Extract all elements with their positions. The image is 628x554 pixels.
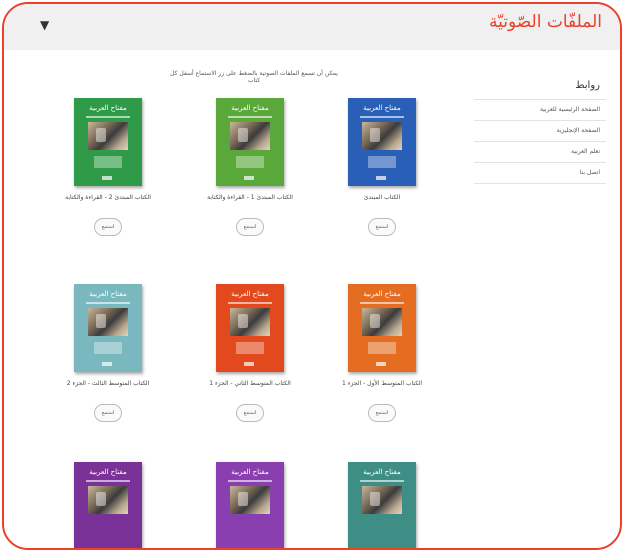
book-card: مفتاح العربية الكتاب المتوسط الثالث - ال… — [48, 284, 168, 422]
cover-subtitle-bar — [360, 116, 404, 118]
book-card: مفتاح العربية الكتاب المبتدئ استمع — [322, 98, 442, 236]
sidebar-item-home[interactable]: الصفحة الرئيسية للعربية — [474, 99, 606, 120]
cover-photo — [230, 486, 270, 514]
book-caption: الكتاب المتوسط الثالث - الجزء 2 — [66, 380, 150, 387]
cover-photo — [88, 308, 128, 336]
listen-button[interactable]: استمع — [94, 404, 122, 422]
cover-photo — [230, 122, 270, 150]
cover-subtitle-bar — [86, 116, 130, 118]
listen-button[interactable]: استمع — [368, 404, 396, 422]
cover-label — [368, 342, 396, 354]
cover-subtitle-bar — [228, 116, 272, 118]
book-cover[interactable]: مفتاح العربية — [348, 284, 416, 372]
book-cover[interactable]: مفتاح العربية — [216, 284, 284, 372]
cover-subtitle-bar — [86, 480, 130, 482]
cover-title: مفتاح العربية — [231, 290, 269, 298]
cover-subtitle-bar — [86, 302, 130, 304]
book-card: مفتاح العربية الكتاب المتوسط الثاني - ال… — [190, 284, 310, 422]
cover-title: مفتاح العربية — [231, 468, 269, 476]
cover-logo — [102, 176, 112, 180]
cover-title: مفتاح العربية — [89, 104, 127, 112]
cover-label — [368, 156, 396, 168]
cover-logo — [244, 176, 254, 180]
listen-button[interactable]: استمع — [236, 404, 264, 422]
book-cover[interactable]: مفتاح العربية — [348, 462, 416, 548]
listen-button[interactable]: استمع — [94, 218, 122, 236]
book-cover[interactable]: مفتاح العربية — [74, 98, 142, 186]
sidebar-title: روابط — [575, 80, 600, 91]
cover-subtitle-bar — [228, 302, 272, 304]
book-card: مفتاح العربية — [322, 462, 442, 548]
menu-icon[interactable]: ▼ — [40, 18, 49, 32]
cover-photo — [362, 122, 402, 150]
book-card: مفتاح العربية الكتاب المبتدئ 1 - القراءة… — [190, 98, 310, 236]
listen-button[interactable]: استمع — [368, 218, 396, 236]
cover-photo — [362, 308, 402, 336]
cover-logo — [244, 362, 254, 366]
cover-title: مفتاح العربية — [363, 104, 401, 112]
cover-subtitle-bar — [360, 480, 404, 482]
book-card: مفتاح العربية الكتاب المبتدئ 2 - القراءة… — [48, 98, 168, 236]
book-cover[interactable]: مفتاح العربية — [74, 284, 142, 372]
cover-logo — [376, 176, 386, 180]
cover-photo — [88, 122, 128, 150]
cover-title: مفتاح العربية — [363, 468, 401, 476]
book-caption: الكتاب المبتدئ 1 - القراءة والكتابة — [207, 194, 293, 201]
cover-title: مفتاح العربية — [89, 290, 127, 298]
header-bar: الملفّات الصّوتيّة ▼ — [4, 4, 620, 50]
page-title: الملفّات الصّوتيّة — [489, 12, 602, 32]
book-card: مفتاح العربية — [190, 462, 310, 548]
sidebar: روابط الصفحة الرئيسية للعربية الصفحة الإ… — [474, 76, 606, 184]
cover-photo — [88, 486, 128, 514]
book-card: مفتاح العربية الكتاب المتوسط الأول - الج… — [322, 284, 442, 422]
sidebar-item-contact[interactable]: اتصل بنا — [474, 162, 606, 184]
book-caption: الكتاب المبتدئ 2 - القراءة والكتابة — [65, 194, 151, 201]
cover-subtitle-bar — [228, 480, 272, 482]
cover-photo — [230, 308, 270, 336]
sidebar-item-learn[interactable]: تعلم العربية — [474, 141, 606, 162]
cover-label — [94, 156, 122, 168]
cover-title: مفتاح العربية — [231, 104, 269, 112]
cover-title: مفتاح العربية — [89, 468, 127, 476]
book-cover[interactable]: مفتاح العربية — [216, 98, 284, 186]
cover-subtitle-bar — [360, 302, 404, 304]
cover-logo — [376, 362, 386, 366]
instruction-text: يمكن أن تسمع الملفات الصوتية بالضغط على … — [170, 70, 338, 84]
cover-label — [236, 342, 264, 354]
cover-label — [94, 342, 122, 354]
page-frame: الملفّات الصّوتيّة ▼ يمكن أن تسمع الملفا… — [2, 2, 622, 550]
cover-photo — [362, 486, 402, 514]
book-cover[interactable]: مفتاح العربية — [74, 462, 142, 548]
cover-title: مفتاح العربية — [363, 290, 401, 298]
book-caption: الكتاب المبتدئ — [363, 194, 401, 201]
book-caption: الكتاب المتوسط الأول - الجزء 1 — [341, 380, 423, 387]
book-card: مفتاح العربية — [48, 462, 168, 548]
cover-logo — [102, 362, 112, 366]
book-caption: الكتاب المتوسط الثاني - الجزء 1 — [209, 380, 291, 387]
book-cover[interactable]: مفتاح العربية — [216, 462, 284, 548]
sidebar-item-english[interactable]: الصفحة الإنجليزية — [474, 120, 606, 141]
cover-label — [236, 156, 264, 168]
listen-button[interactable]: استمع — [236, 218, 264, 236]
book-cover[interactable]: مفتاح العربية — [348, 98, 416, 186]
